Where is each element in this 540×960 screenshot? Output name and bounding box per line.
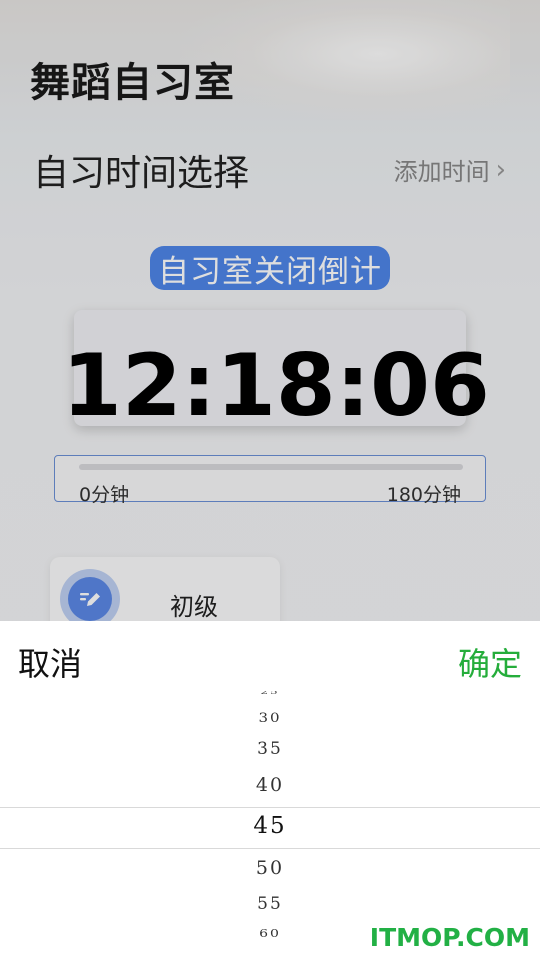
watermark-logo: ITMOP.COM	[369, 923, 530, 952]
picker-option[interactable]: 55	[0, 894, 540, 914]
picker-option[interactable]: 30	[0, 710, 540, 725]
time-picker-sheet: 取消 确定 25 30 35 40 45 50 55 60	[0, 621, 540, 960]
picker-option[interactable]: 40	[0, 774, 540, 796]
picker-option[interactable]: 50	[0, 857, 540, 879]
picker-option[interactable]: 35	[0, 739, 540, 759]
minute-picker-wheel[interactable]: 25 30 35 40 45 50 55 60	[0, 691, 540, 960]
picker-option[interactable]: 25	[0, 691, 540, 696]
cancel-button[interactable]: 取消	[18, 639, 82, 685]
picker-option-selected[interactable]: 45	[0, 813, 540, 839]
confirm-button[interactable]: 确定	[458, 639, 522, 685]
